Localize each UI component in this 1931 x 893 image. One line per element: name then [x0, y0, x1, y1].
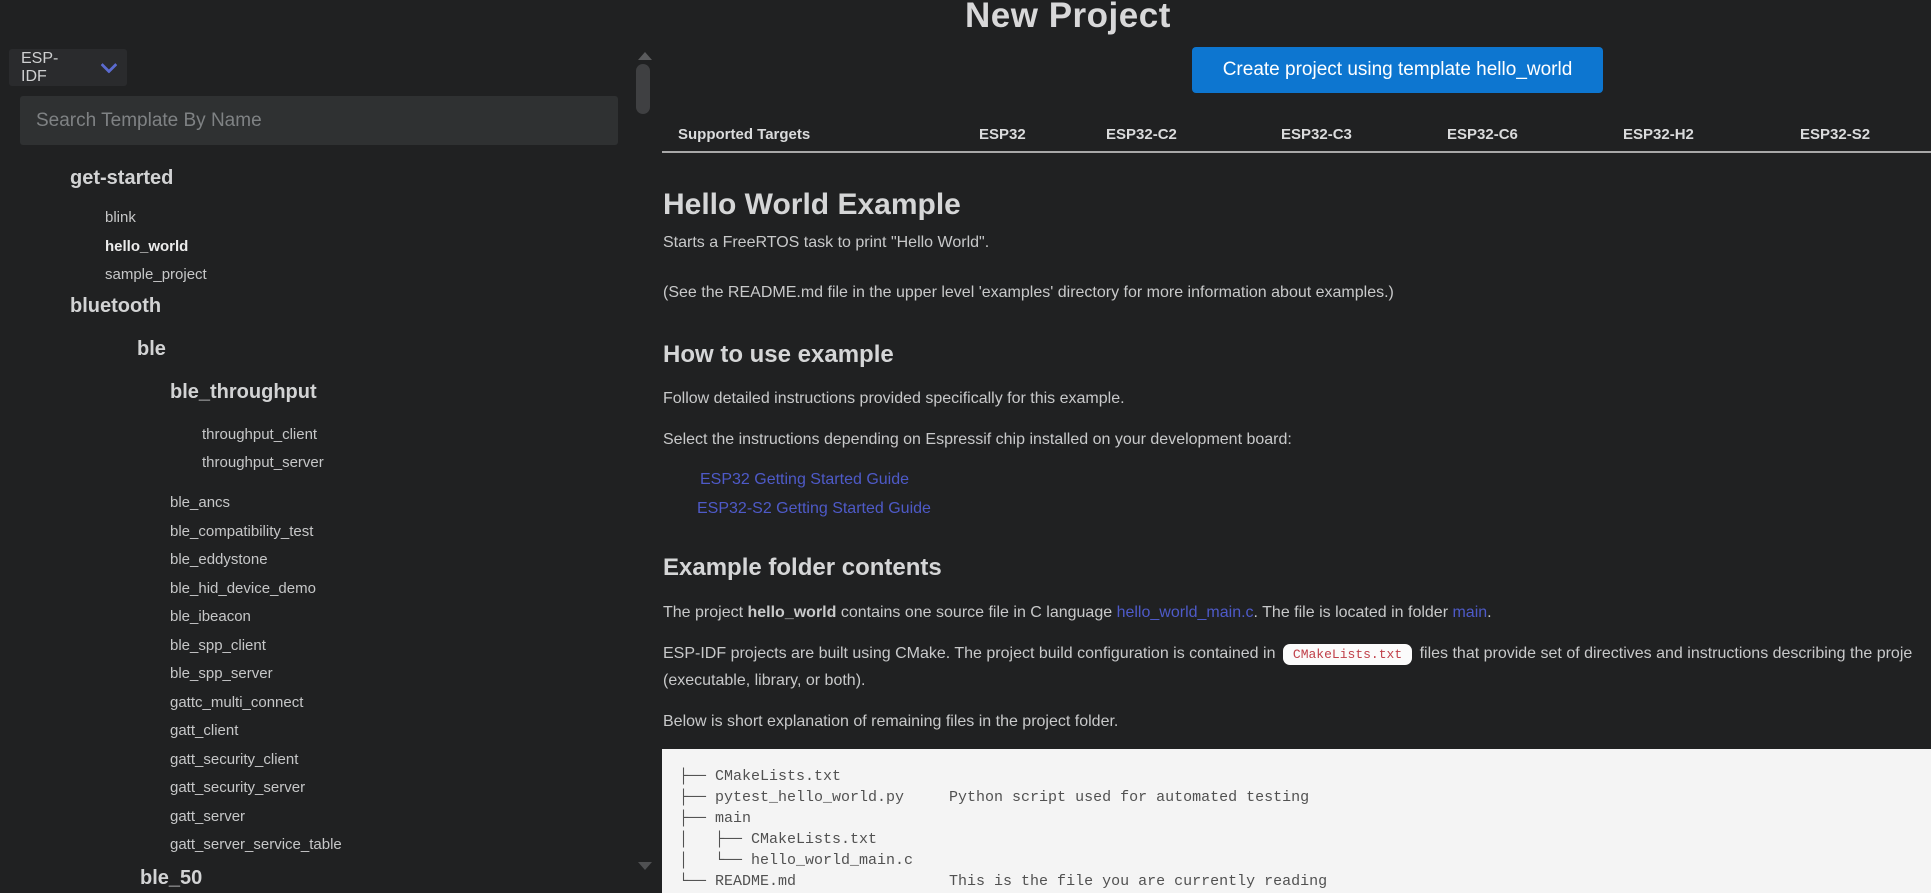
- text-run: ESP-IDF projects are built using CMake. …: [663, 645, 1280, 662]
- tree-item-gatt_security_client[interactable]: gatt_security_client: [170, 746, 298, 774]
- tree-item-ble_ancs[interactable]: ble_ancs: [170, 489, 230, 517]
- how-to-use-heading: How to use example: [663, 341, 894, 369]
- hello-world-main-link[interactable]: hello_world_main.c: [1117, 604, 1254, 621]
- tree-item-ble_eddystone[interactable]: ble_eddystone: [170, 546, 268, 574]
- tree-category-bluetooth[interactable]: bluetooth: [70, 291, 161, 321]
- new-project-page: ESP-IDF get-startedblinkhello_worldsampl…: [0, 0, 1931, 893]
- list-item: ESP32 Getting Started Guide: [700, 471, 909, 489]
- template-tree: get-started blinkhello_worldsample_projec…: [0, 0, 630, 893]
- tree-item-ble_spp_server[interactable]: ble_spp_server: [170, 660, 273, 688]
- readme-paragraph: Select the instructions depending on Esp…: [663, 431, 1292, 449]
- target-chip-ESP32-H2: ESP32-H2: [1623, 126, 1694, 143]
- target-chip-ESP32-C3: ESP32-C3: [1281, 126, 1352, 143]
- tree-item-gatt_security_server[interactable]: gatt_security_server: [170, 774, 305, 802]
- tree-item-gatt_server_service_table[interactable]: gatt_server_service_table: [170, 831, 342, 859]
- esp32-guide-link[interactable]: ESP32 Getting Started Guide: [700, 471, 909, 488]
- inline-code-cmakelists: CMakeLists.txt: [1283, 644, 1412, 665]
- readme-paragraph: ESP-IDF projects are built using CMake. …: [663, 645, 1912, 663]
- tree-item-ble_ibeacon[interactable]: ble_ibeacon: [170, 603, 251, 631]
- folder-tree-text: ├── CMakeLists.txt ├── pytest_hello_worl…: [679, 766, 1931, 892]
- tree-item-gattc_multi_connect[interactable]: gattc_multi_connect: [170, 689, 303, 717]
- main-folder-link[interactable]: main: [1452, 604, 1487, 621]
- tree-category-get-started[interactable]: get-started: [70, 163, 173, 193]
- tree-category-ble_throughput[interactable]: ble_throughput: [170, 377, 317, 407]
- scrollbar-up-arrow-icon[interactable]: [638, 52, 652, 60]
- tree-item-hello_world[interactable]: hello_world: [105, 233, 188, 261]
- target-chip-ESP32: ESP32: [979, 126, 1026, 143]
- supported-targets-label: Supported Targets: [678, 126, 810, 143]
- tree-item-blink[interactable]: blink: [105, 204, 136, 232]
- tree-item-ble_compatibility_test[interactable]: ble_compatibility_test: [170, 518, 313, 546]
- tree-item-throughput_server[interactable]: throughput_server: [202, 449, 324, 477]
- tree-item-throughput_client[interactable]: throughput_client: [202, 421, 317, 449]
- readme-paragraph: Starts a FreeRTOS task to print "Hello W…: [663, 234, 989, 252]
- readme-paragraph: Follow detailed instructions provided sp…: [663, 390, 1125, 408]
- create-project-button[interactable]: Create project using template hello_worl…: [1192, 47, 1603, 93]
- tree-category-ble[interactable]: ble: [137, 334, 166, 364]
- folder-tree-code-block: ├── CMakeLists.txt ├── pytest_hello_worl…: [662, 749, 1931, 893]
- text-run: contains one source file in C language: [836, 604, 1116, 621]
- sidebar-scrollbar-thumb[interactable]: [636, 64, 650, 114]
- list-item: ESP32-S2 Getting Started Guide: [697, 500, 931, 518]
- text-run: . The file is located in folder: [1254, 604, 1453, 621]
- folder-contents-heading: Example folder contents: [663, 554, 942, 582]
- readme-paragraph: Below is short explanation of remaining …: [663, 713, 1118, 731]
- target-chip-ESP32-S2: ESP32-S2: [1800, 126, 1870, 143]
- text-run: hello_world: [747, 604, 836, 621]
- tree-item-sample_project[interactable]: sample_project: [105, 261, 207, 289]
- esp32-s2-guide-link[interactable]: ESP32-S2 Getting Started Guide: [697, 500, 931, 517]
- targets-divider: [662, 151, 1931, 153]
- tree-item-ble_spp_client[interactable]: ble_spp_client: [170, 632, 266, 660]
- tree-item-gatt_client[interactable]: gatt_client: [170, 717, 238, 745]
- tree-category-ble_50[interactable]: ble_50: [140, 863, 202, 893]
- text-run: The project: [663, 604, 747, 621]
- tree-item-gatt_server[interactable]: gatt_server: [170, 803, 245, 831]
- text-run: .: [1487, 604, 1491, 621]
- tree-item-ble_hid_device_demo[interactable]: ble_hid_device_demo: [170, 575, 316, 603]
- page-title: New Project: [965, 0, 1171, 36]
- text-run: files that provide set of directives and…: [1415, 645, 1912, 662]
- target-chip-ESP32-C2: ESP32-C2: [1106, 126, 1177, 143]
- target-chip-ESP32-C6: ESP32-C6: [1447, 126, 1518, 143]
- readme-title: Hello World Example: [663, 188, 961, 222]
- readme-paragraph: (See the README.md file in the upper lev…: [663, 284, 1394, 302]
- scrollbar-down-arrow-icon[interactable]: [638, 862, 652, 870]
- readme-paragraph: (executable, library, or both).: [663, 672, 865, 690]
- readme-paragraph: The project hello_world contains one sou…: [663, 604, 1492, 622]
